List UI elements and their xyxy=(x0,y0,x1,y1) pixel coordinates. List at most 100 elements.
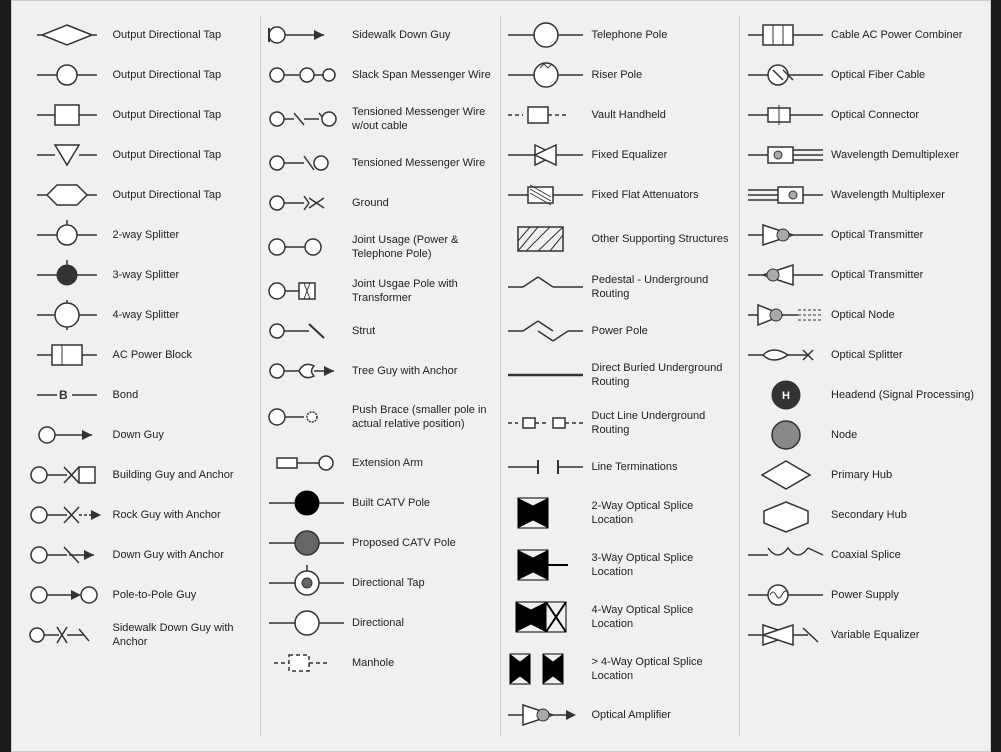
optical-node-symbol xyxy=(745,297,825,333)
item-label: Secondary Hub xyxy=(831,508,975,522)
list-item: Vault Handheld xyxy=(506,96,735,134)
list-item: Optical Fiber Cable xyxy=(745,56,975,94)
list-item: Cable AC Power Combiner xyxy=(745,16,975,54)
list-item: 3-Way Optical Splice Location xyxy=(506,540,735,590)
direct-buried-symbol xyxy=(506,360,586,390)
variable-equalizer-symbol xyxy=(745,620,825,650)
item-label: Joint Usgae Pole with Transformer xyxy=(352,277,495,306)
item-label: Fixed Equalizer xyxy=(592,148,735,162)
list-item: 4-way Splitter xyxy=(27,296,256,334)
primary-hub-symbol xyxy=(745,457,825,493)
item-label: Built CATV Pole xyxy=(352,496,495,510)
strut-symbol xyxy=(266,316,346,346)
item-label: Other Supporting Structures xyxy=(592,232,735,246)
item-label: Fixed Flat Attenuators xyxy=(592,188,735,202)
directional-tap1-symbol xyxy=(266,565,346,601)
item-label: Joint Usage (Power & Telephone Pole) xyxy=(352,233,495,262)
item-label: 2-Way Optical Splice Location xyxy=(592,499,735,528)
item-label: Node xyxy=(831,428,975,442)
coaxial-splice-symbol xyxy=(745,540,825,570)
list-item: Fixed Flat Attenuators xyxy=(506,176,735,214)
list-item: Optical Transmitter xyxy=(745,216,975,254)
directional-tap2-symbol xyxy=(266,605,346,641)
list-item: Optical Connector xyxy=(745,96,975,134)
item-label: Ground xyxy=(352,196,495,210)
list-item: Optical Amplifier xyxy=(506,696,735,734)
splice-4plus-symbol xyxy=(506,646,586,692)
tensioned-wire-cable-symbol xyxy=(266,101,346,137)
list-item: Line Terminations xyxy=(506,448,735,486)
pedestal-symbol xyxy=(506,269,586,305)
item-label: Bond xyxy=(113,388,256,402)
item-label: Power Pole xyxy=(592,324,735,338)
circle-open-symbol xyxy=(27,60,107,90)
item-label: Strut xyxy=(352,324,495,338)
joint-usage-symbol xyxy=(266,229,346,265)
power-pole-symbol xyxy=(506,316,586,346)
list-item: Joint Usage (Power & Telephone Pole) xyxy=(266,224,495,270)
secondary-hub-symbol xyxy=(745,497,825,533)
list-item: 2-way Splitter xyxy=(27,216,256,254)
extension-arm-symbol xyxy=(266,448,346,478)
item-label: Variable Equalizer xyxy=(831,628,975,642)
push-brace-symbol xyxy=(266,397,346,437)
list-item: Joint Usgae Pole with Transformer xyxy=(266,272,495,310)
item-label: Optical Node xyxy=(831,308,975,322)
built-catv-symbol xyxy=(266,488,346,518)
list-item: Variable Equalizer xyxy=(745,616,975,654)
list-item: Rock Guy with Anchor xyxy=(27,496,256,534)
item-label: Tree Guy with Anchor xyxy=(352,364,495,378)
item-label: Tensioned Messenger Wire xyxy=(352,156,495,170)
item-label: Pole-to-Pole Guy xyxy=(113,588,256,602)
list-item: > 4-Way Optical Splice Location xyxy=(506,644,735,694)
item-label: Telephone Pole xyxy=(592,28,735,42)
wavelength-demux-symbol xyxy=(745,140,825,170)
line-termination-symbol xyxy=(506,452,586,482)
item-label: Headend (Signal Processing) xyxy=(831,388,975,402)
item-label: Proposed CATV Pole xyxy=(352,536,495,550)
list-item: Fixed Equalizer xyxy=(506,136,735,174)
list-item: Optical Transmitter xyxy=(745,256,975,294)
list-item: Output Directional Tap xyxy=(27,176,256,214)
item-label: Optical Fiber Cable xyxy=(831,68,975,82)
column-2: Sidewalk Down Guy Slack Span Messenger W… xyxy=(261,16,501,736)
triangle-down-symbol xyxy=(27,140,107,170)
svg-text:B: B xyxy=(59,388,68,402)
list-item: H Headend (Signal Processing) xyxy=(745,376,975,414)
item-label: 4-Way Optical Splice Location xyxy=(592,603,735,632)
list-item: 3-way Splitter xyxy=(27,256,256,294)
list-item: Other Supporting Structures xyxy=(506,216,735,262)
column-1: Output Directional Tap Output Directiona… xyxy=(22,16,262,736)
list-item: B Bond xyxy=(27,376,256,414)
column-3: Telephone Pole Riser Pole xyxy=(501,16,741,736)
joint-transformer-symbol xyxy=(266,273,346,309)
column-4: Cable AC Power Combiner Optical Fiber Ca… xyxy=(740,16,980,736)
list-item: Coaxial Splice xyxy=(745,536,975,574)
list-item: Pedestal - Underground Routing xyxy=(506,264,735,310)
list-item: Tensioned Messenger Wire w/out cable xyxy=(266,96,495,142)
ac-power-symbol xyxy=(27,340,107,370)
item-label: 3-way Splitter xyxy=(113,268,256,282)
legend-container: Output Directional Tap Output Directiona… xyxy=(11,0,991,752)
list-item: Telephone Pole xyxy=(506,16,735,54)
bond-symbol: B xyxy=(27,380,107,410)
list-item: Output Directional Tap xyxy=(27,96,256,134)
item-label: Tensioned Messenger Wire w/out cable xyxy=(352,105,495,134)
item-label: Duct Line Underground Routing xyxy=(592,409,735,438)
list-item: Proposed CATV Pole xyxy=(266,524,495,562)
list-item: Push Brace (smaller pole in actual relat… xyxy=(266,392,495,442)
list-item: Built CATV Pole xyxy=(266,484,495,522)
item-label: Cable AC Power Combiner xyxy=(831,28,975,42)
item-label: Wavelength Demultiplexer xyxy=(831,148,975,162)
item-label: Power Supply xyxy=(831,588,975,602)
optical-connector-symbol xyxy=(745,100,825,130)
headend-symbol: H xyxy=(745,377,825,413)
optical-amp-symbol xyxy=(506,697,586,733)
diamond-symbol xyxy=(27,20,107,50)
splice-2way-symbol xyxy=(506,490,586,536)
item-label: > 4-Way Optical Splice Location xyxy=(592,655,735,684)
item-label: Push Brace (smaller pole in actual relat… xyxy=(352,403,495,432)
item-label: Slack Span Messenger Wire xyxy=(352,68,495,82)
list-item: Sidewalk Down Guy with Anchor xyxy=(27,616,256,654)
list-item: Optical Splitter xyxy=(745,336,975,374)
